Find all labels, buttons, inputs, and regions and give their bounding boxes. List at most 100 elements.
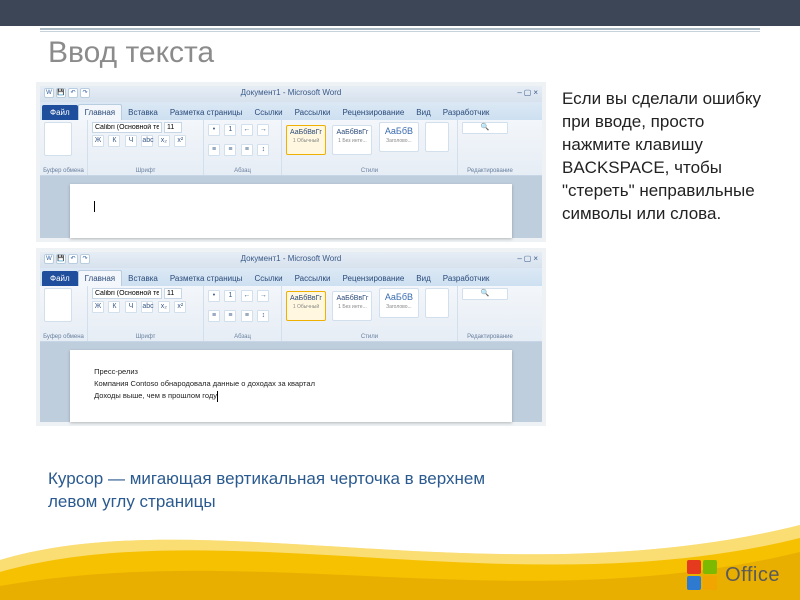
document-page[interactable]: Пресс-релиз Компания Contoso обнародовал… — [70, 350, 512, 422]
close-icon[interactable]: × — [533, 88, 538, 97]
line-spacing-button[interactable]: ↕ — [257, 144, 269, 156]
tab-mailings[interactable]: Рассылки — [289, 271, 337, 286]
paste-button[interactable] — [44, 122, 72, 156]
tab-view[interactable]: Вид — [410, 271, 436, 286]
slide-top-band — [0, 0, 800, 26]
font-name-input[interactable] — [92, 288, 162, 299]
tab-review[interactable]: Рецензирование — [337, 271, 411, 286]
group-styles-label: Стили — [282, 334, 457, 340]
tab-view[interactable]: Вид — [410, 105, 436, 120]
change-styles-button[interactable] — [425, 288, 449, 318]
italic-button[interactable]: К — [108, 135, 120, 147]
document-area: Пресс-релиз Компания Contoso обнародовал… — [40, 342, 542, 422]
style-card-normal[interactable]: АаБбВвГг1 Обычный — [286, 291, 326, 321]
indent-dec-button[interactable]: ← — [241, 124, 253, 136]
style-card-heading[interactable]: АаБбВЗаголово... — [379, 122, 419, 152]
file-tab[interactable]: Файл — [42, 105, 78, 120]
group-paragraph: • 1 ← → ≡ ≡ ≡ ↕ Абзац — [204, 286, 282, 341]
tab-insert[interactable]: Вставка — [122, 105, 164, 120]
find-button[interactable]: 🔍 — [462, 288, 508, 300]
change-styles-button[interactable] — [425, 122, 449, 152]
maximize-icon[interactable]: ▢ — [524, 254, 532, 263]
superscript-button[interactable]: x² — [174, 135, 186, 147]
align-left-button[interactable]: ≡ — [208, 144, 220, 156]
style-card-heading[interactable]: АаБбВЗаголово... — [379, 288, 419, 318]
document-page[interactable] — [70, 184, 512, 238]
tab-home[interactable]: Главная — [78, 270, 122, 286]
subscript-button[interactable]: x₂ — [158, 301, 170, 313]
tab-insert[interactable]: Вставка — [122, 271, 164, 286]
tab-review[interactable]: Рецензирование — [337, 105, 411, 120]
strike-button[interactable]: abc — [141, 301, 153, 313]
group-editing: 🔍 Редактирование — [458, 120, 522, 175]
align-center-button[interactable]: ≡ — [224, 144, 236, 156]
indent-dec-button[interactable]: ← — [241, 290, 253, 302]
style-card-normal[interactable]: АаБбВвГг1 Обычный — [286, 125, 326, 155]
bullets-button[interactable]: • — [208, 290, 220, 302]
numbering-button[interactable]: 1 — [224, 124, 236, 136]
style-card-nospacing[interactable]: АаБбВвГг1 Без инте... — [332, 125, 372, 155]
style-card-nospacing[interactable]: АаБбВвГг1 Без инте... — [332, 291, 372, 321]
underline-button[interactable]: Ч — [125, 135, 137, 147]
quick-access-toolbar: W 💾 ↶ ↷ — [44, 254, 90, 264]
numbering-button[interactable]: 1 — [224, 290, 236, 302]
tab-layout[interactable]: Разметка страницы — [164, 105, 249, 120]
group-font-label: Шрифт — [88, 334, 203, 340]
maximize-icon[interactable]: ▢ — [524, 88, 532, 97]
undo-icon[interactable]: ↶ — [68, 88, 78, 98]
text-cursor — [217, 391, 218, 402]
text-cursor — [94, 201, 95, 212]
bold-button[interactable]: Ж — [92, 301, 104, 313]
align-left-button[interactable]: ≡ — [208, 310, 220, 322]
save-icon[interactable]: 💾 — [56, 88, 66, 98]
tab-developer[interactable]: Разработчик — [437, 271, 496, 286]
group-paragraph-label: Абзац — [204, 168, 281, 174]
group-paragraph-label: Абзац — [204, 334, 281, 340]
group-paragraph: • 1 ← → ≡ ≡ ≡ ↕ Абзац — [204, 120, 282, 175]
group-font: Ж К Ч abc x₂ x² Шрифт — [88, 286, 204, 341]
minimize-icon[interactable]: – — [517, 254, 521, 263]
align-right-button[interactable]: ≡ — [241, 144, 253, 156]
line-spacing-button[interactable]: ↕ — [257, 310, 269, 322]
paste-button[interactable] — [44, 288, 72, 322]
save-icon[interactable]: 💾 — [56, 254, 66, 264]
office-logo: Office — [687, 560, 780, 590]
find-button[interactable]: 🔍 — [462, 122, 508, 134]
underline-button[interactable]: Ч — [125, 301, 137, 313]
italic-button[interactable]: К — [108, 301, 120, 313]
strike-button[interactable]: abc — [141, 135, 153, 147]
word-icon: W — [44, 254, 54, 264]
subscript-button[interactable]: x₂ — [158, 135, 170, 147]
minimize-icon[interactable]: – — [517, 88, 521, 97]
word-screenshots: W 💾 ↶ ↷ Документ1 - Microsoft Word – ▢ ×… — [36, 82, 546, 432]
tab-mailings[interactable]: Рассылки — [289, 105, 337, 120]
indent-inc-button[interactable]: → — [257, 290, 269, 302]
group-editing-label: Редактирование — [458, 168, 522, 174]
font-size-input[interactable] — [164, 288, 182, 299]
word-icon: W — [44, 88, 54, 98]
redo-icon[interactable]: ↷ — [80, 88, 90, 98]
indent-inc-button[interactable]: → — [257, 124, 269, 136]
doc-line: Доходы выше, чем в прошлом году — [94, 390, 488, 402]
tab-layout[interactable]: Разметка страницы — [164, 271, 249, 286]
word-screenshot-1: W 💾 ↶ ↷ Документ1 - Microsoft Word – ▢ ×… — [36, 82, 546, 242]
tab-home[interactable]: Главная — [78, 104, 122, 120]
group-font-label: Шрифт — [88, 168, 203, 174]
file-tab[interactable]: Файл — [42, 271, 78, 286]
bold-button[interactable]: Ж — [92, 135, 104, 147]
undo-icon[interactable]: ↶ — [68, 254, 78, 264]
align-right-button[interactable]: ≡ — [241, 310, 253, 322]
font-name-input[interactable] — [92, 122, 162, 133]
tab-developer[interactable]: Разработчик — [437, 105, 496, 120]
bullets-button[interactable]: • — [208, 124, 220, 136]
ribbon-tabs: Файл Главная Вставка Разметка страницы С… — [40, 268, 542, 286]
align-center-button[interactable]: ≡ — [224, 310, 236, 322]
close-icon[interactable]: × — [533, 254, 538, 263]
group-clipboard: Буфер обмена — [40, 120, 88, 175]
redo-icon[interactable]: ↷ — [80, 254, 90, 264]
word-titlebar: W 💾 ↶ ↷ Документ1 - Microsoft Word – ▢ × — [40, 86, 542, 102]
tab-references[interactable]: Ссылки — [248, 271, 288, 286]
font-size-input[interactable] — [164, 122, 182, 133]
superscript-button[interactable]: x² — [174, 301, 186, 313]
tab-references[interactable]: Ссылки — [248, 105, 288, 120]
